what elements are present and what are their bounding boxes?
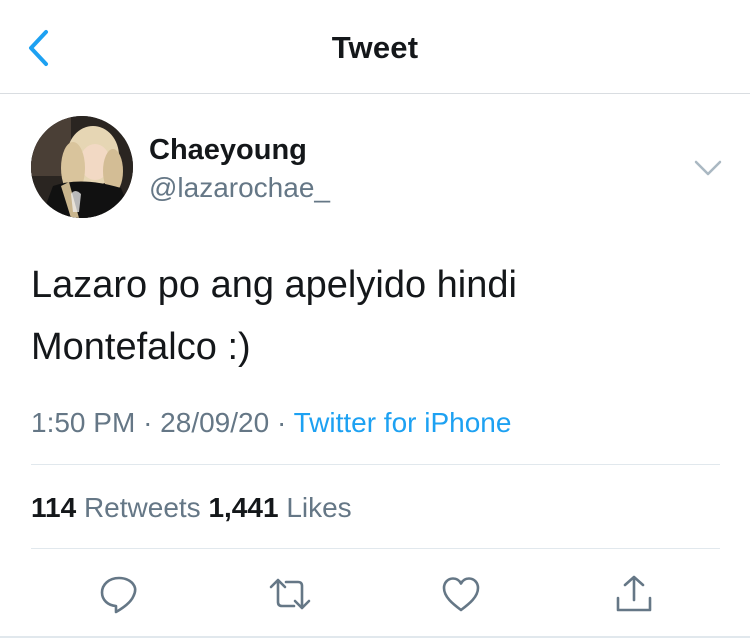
divider [31, 548, 720, 549]
retweet-icon [269, 578, 311, 610]
page-title: Tweet [331, 30, 419, 65]
share-icon [616, 575, 652, 612]
retweets-label: Retweets [83, 492, 201, 523]
tweet-date: 28/09/20 [160, 407, 270, 438]
retweets-count: 114 [31, 492, 77, 523]
tweet-meta: 1:50 PM · 28/09/20 · Twitter for iPhone [31, 407, 511, 439]
retweet-button[interactable] [268, 572, 312, 616]
meta-separator: · [276, 407, 287, 438]
like-button[interactable] [439, 572, 483, 616]
tweet-text-line: Montefalco :) [31, 326, 251, 368]
like-icon [442, 577, 480, 612]
likes-count: 1,441 [208, 492, 279, 523]
tweet-time: 1:50 PM [31, 407, 136, 438]
likes-label: Likes [286, 492, 352, 523]
retweets-stat[interactable]: 114 Retweets [31, 492, 208, 523]
avatar-photo [31, 116, 133, 218]
reply-button[interactable] [97, 572, 141, 616]
divider [31, 464, 720, 465]
meta-separator: · [143, 407, 153, 438]
author-name[interactable]: Chaeyoung [149, 134, 307, 167]
tweet-stats: 114 Retweets 1,441 Likes [31, 492, 352, 524]
share-button[interactable] [612, 572, 656, 616]
likes-stat[interactable]: 1,441 Likes [208, 492, 351, 523]
author-handle[interactable]: @lazarochae_ [149, 172, 330, 204]
chevron-down-icon [694, 160, 722, 176]
nav-header: Tweet [0, 0, 750, 94]
tweet-text-line: Lazaro po ang apelyido hindi [31, 264, 517, 306]
reply-icon [100, 576, 137, 614]
avatar[interactable] [31, 116, 133, 218]
more-options-button[interactable] [692, 156, 724, 180]
tweet-source-link[interactable]: Twitter for iPhone [294, 407, 512, 438]
tweet-text: Lazaro po ang apelyido hindi Montefalco … [31, 254, 691, 378]
